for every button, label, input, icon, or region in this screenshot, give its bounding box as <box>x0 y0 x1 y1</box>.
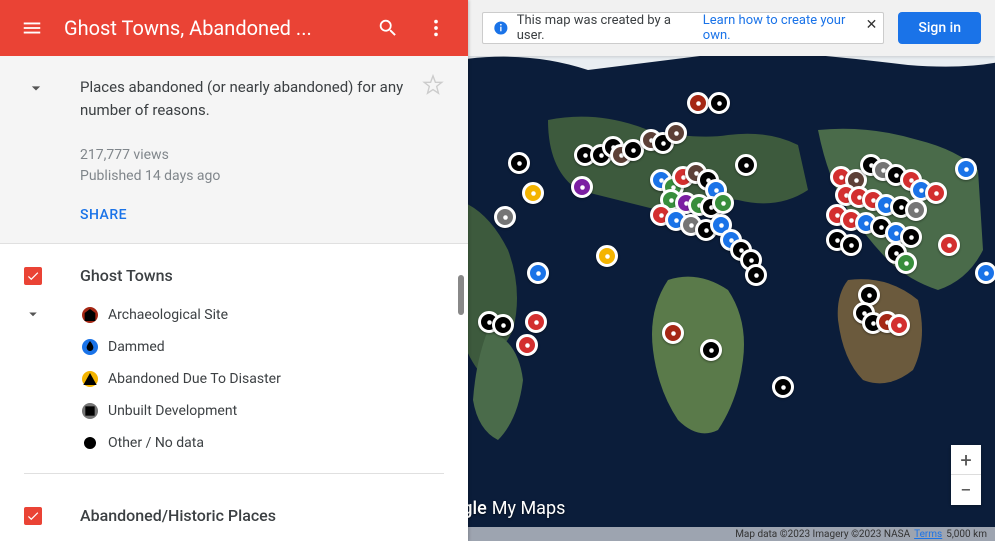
map-pin[interactable] <box>700 339 722 361</box>
publish-date: Published 14 days ago <box>80 166 444 187</box>
map-pin[interactable] <box>772 376 794 398</box>
legend-item[interactable]: Other / No data <box>26 427 444 459</box>
chevron-down-icon <box>26 78 46 98</box>
marker-icon <box>82 307 98 323</box>
sublayer-toggle[interactable] <box>24 305 42 327</box>
map-pin[interactable] <box>938 234 960 256</box>
star-button[interactable] <box>422 74 444 100</box>
star-icon <box>422 74 444 96</box>
divider <box>24 473 444 474</box>
info-section: Places abandoned (or nearly abandoned) f… <box>0 56 468 244</box>
legend-item[interactable]: Unbuilt Development <box>26 395 444 427</box>
user-map-notice: This map was created by a user. Learn ho… <box>482 12 884 44</box>
share-button[interactable]: SHARE <box>76 203 131 227</box>
notice-link[interactable]: Learn how to create your own. <box>703 13 874 43</box>
layer-name: Abandoned/Historic Places <box>80 506 276 525</box>
map-data: Map data ©2023 Imagery ©2023 NASA <box>735 529 910 540</box>
layer-header[interactable]: Abandoned/Historic Places <box>24 506 444 525</box>
check-icon <box>26 509 40 523</box>
map-canvas[interactable] <box>468 0 995 541</box>
layer-ghost-towns: Ghost Towns Archaeological Site Dammed A… <box>0 244 468 484</box>
more-button[interactable] <box>412 4 460 52</box>
legend-item[interactable]: Archaeological Site <box>26 299 444 331</box>
marker-icon <box>82 339 98 355</box>
hamburger-icon <box>21 17 43 39</box>
map-title: Ghost Towns, Abandoned ... <box>56 16 364 40</box>
layer-items: Archaeological Site Dammed Abandoned Due… <box>24 299 444 459</box>
zoom-control: + − <box>951 445 981 505</box>
layer-checkbox[interactable] <box>24 507 42 525</box>
layer-header[interactable]: Ghost Towns <box>24 266 444 285</box>
map-pin[interactable] <box>687 92 709 114</box>
map-meta: 217,777 views Published 14 days ago <box>80 145 444 187</box>
map-pin[interactable] <box>895 252 917 274</box>
info-icon <box>493 20 509 36</box>
layer-name: Ghost Towns <box>80 266 173 285</box>
layer-abandoned-historic: Abandoned/Historic Places <box>0 484 468 535</box>
map-pin[interactable] <box>516 334 538 356</box>
map-pin[interactable] <box>712 192 734 214</box>
map-pin[interactable] <box>888 314 910 336</box>
view-count: 217,777 views <box>80 145 444 166</box>
search-icon <box>377 17 399 39</box>
zoom-in-button[interactable]: + <box>951 445 981 475</box>
map-description: Places abandoned (or nearly abandoned) f… <box>80 76 404 121</box>
legend-item[interactable]: Dammed <box>26 331 444 363</box>
marker-icon <box>82 435 98 451</box>
map-pin[interactable] <box>905 199 927 221</box>
kebab-icon <box>425 17 447 39</box>
top-bar: This map was created by a user. Learn ho… <box>468 0 995 56</box>
scroll-handle[interactable] <box>458 275 464 315</box>
marker-icon <box>82 371 98 387</box>
map-pin[interactable] <box>508 152 530 174</box>
map-pin[interactable] <box>840 234 862 256</box>
attribution-bar: Map data ©2023 Imagery ©2023 NASA Terms … <box>468 527 995 541</box>
close-notice-button[interactable]: ✕ <box>866 17 878 33</box>
check-icon <box>26 269 40 283</box>
map-pin[interactable] <box>665 122 687 144</box>
layers-panel: Ghost Towns Archaeological Site Dammed A… <box>0 244 468 541</box>
chevron-down-icon <box>24 305 42 323</box>
map-pin[interactable] <box>975 262 995 284</box>
app-header: Ghost Towns, Abandoned ... <box>0 0 468 56</box>
map-pin[interactable] <box>745 264 767 286</box>
map-pin[interactable] <box>596 245 618 267</box>
map-pin[interactable] <box>494 206 516 228</box>
notice-text: This map was created by a user. <box>517 13 699 43</box>
marker-icon <box>82 403 98 419</box>
map-pin[interactable] <box>527 262 549 284</box>
map-pin[interactable] <box>662 322 684 344</box>
terms-link[interactable]: Terms <box>914 529 942 540</box>
legend-item[interactable]: Abandoned Due To Disaster <box>26 363 444 395</box>
map-pin[interactable] <box>525 311 547 333</box>
map-pin[interactable] <box>492 314 514 336</box>
sidebar: Ghost Towns, Abandoned ... Places abando… <box>0 0 468 541</box>
map-pin[interactable] <box>571 176 593 198</box>
scale-text: 5,000 km <box>946 529 987 540</box>
map-pin[interactable] <box>522 182 544 204</box>
menu-button[interactable] <box>8 4 56 52</box>
layer-checkbox[interactable] <box>24 267 42 285</box>
zoom-out-button[interactable]: − <box>951 475 981 505</box>
map-pin[interactable] <box>708 92 730 114</box>
map-pin[interactable] <box>925 182 947 204</box>
collapse-toggle[interactable] <box>24 76 48 100</box>
map-pin[interactable] <box>735 154 757 176</box>
signin-button[interactable]: Sign in <box>898 12 981 44</box>
search-button[interactable] <box>364 4 412 52</box>
map-pin[interactable] <box>955 158 977 180</box>
